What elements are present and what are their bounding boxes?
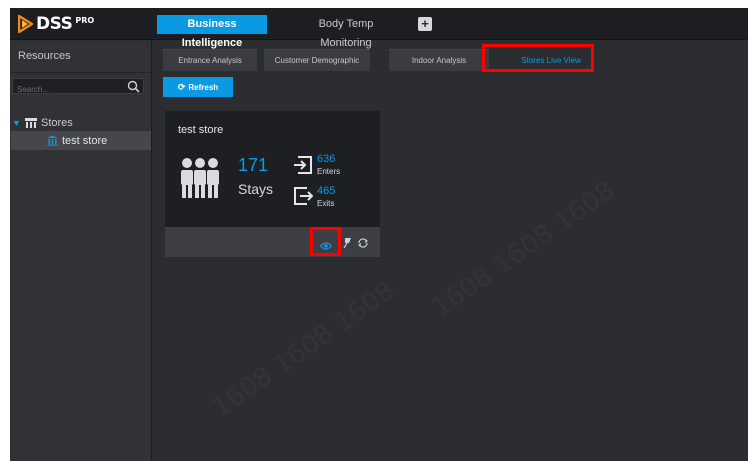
enters-label: Enters — [317, 167, 341, 176]
tab-indoor-analysis[interactable]: Indoor Analysis — [389, 49, 489, 71]
sidebar: Resources ▼ Stores — [10, 41, 152, 461]
refresh-icon: ⟳ — [177, 81, 186, 92]
store-card: test store 171 Stays 636 Enters 465 Exit… — [165, 111, 380, 257]
exit-icon — [293, 187, 314, 205]
refresh-label: Refresh — [188, 82, 219, 92]
stays-value: 171 — [238, 155, 269, 175]
tab-entrance-analysis[interactable]: Entrance Analysis — [163, 49, 257, 71]
logo-icon — [18, 15, 34, 33]
search-icon[interactable] — [127, 80, 140, 93]
highlight-box-eye-icon — [310, 227, 341, 256]
highlight-box-stores-live-view — [482, 44, 594, 72]
tree-node-test-store[interactable]: test store — [11, 131, 151, 150]
sidebar-title: Resources — [10, 41, 151, 73]
tab-business-intelligence[interactable]: Business Intelligence — [157, 15, 267, 49]
sync-icon[interactable] — [357, 236, 369, 248]
people-icon — [179, 156, 221, 200]
enter-icon — [293, 156, 313, 174]
tab-customer-demographic[interactable]: Customer Demographic — [264, 49, 370, 71]
svg-text:1608 1608 1608: 1608 1608 1608 — [427, 176, 620, 324]
store-group-icon — [24, 117, 38, 129]
exits-value: 465 — [317, 185, 336, 197]
search-box — [12, 78, 144, 97]
expand-caret-icon[interactable]: ▼ — [12, 118, 22, 128]
refresh-button[interactable]: ⟳ Refresh — [163, 77, 233, 97]
tree-node-stores[interactable]: ▼ Stores — [10, 115, 73, 131]
enters-value: 636 — [317, 153, 336, 165]
svg-text:1608 1608 1608: 1608 1608 1608 — [207, 276, 400, 424]
store-icon — [47, 135, 58, 146]
tab-body-temp-monitoring[interactable]: Body Temp Monitoring — [286, 15, 406, 49]
stays-label: Stays — [238, 181, 274, 197]
logo-name: DSS — [36, 14, 73, 34]
dss-window: DSS PRO Business Intelligence Body Temp … — [10, 8, 748, 461]
store-card-body: test store 171 Stays 636 Enters 465 Exit… — [165, 111, 380, 227]
add-tab-button[interactable]: + — [418, 17, 432, 31]
search-input[interactable] — [13, 82, 121, 97]
top-bar: DSS PRO Business Intelligence Body Temp … — [10, 8, 748, 49]
app-logo: DSS PRO — [18, 13, 94, 35]
tree-node-label: test store — [62, 134, 108, 147]
logo-suffix: PRO — [75, 15, 95, 25]
exits-label: Exits — [317, 199, 335, 208]
pin-icon[interactable] — [342, 236, 352, 249]
tree-node-label: Stores — [41, 117, 73, 129]
store-card-title: test store — [178, 124, 224, 136]
